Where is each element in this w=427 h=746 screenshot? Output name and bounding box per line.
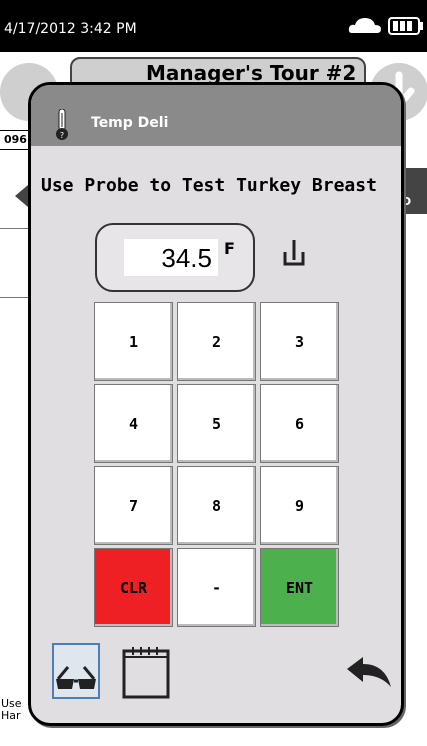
dialog-prompt: Use Probe to Test Turkey Breast bbox=[41, 175, 377, 196]
key-8[interactable]: 8 bbox=[177, 466, 256, 545]
key-9[interactable]: 9 bbox=[260, 466, 339, 545]
dialog-header: ? Temp Deli bbox=[31, 85, 401, 146]
enter-button[interactable]: ENT bbox=[260, 548, 339, 627]
notepad-icon[interactable] bbox=[121, 641, 171, 705]
temperature-dialog: ? Temp Deli Use Probe to Test Turkey Bre… bbox=[28, 82, 404, 726]
temperature-value[interactable]: 34.5 bbox=[124, 239, 218, 276]
key-3[interactable]: 3 bbox=[260, 302, 339, 381]
key-2[interactable]: 2 bbox=[177, 302, 256, 381]
temperature-display: 34.5 F bbox=[95, 223, 255, 292]
thermometer-icon: ? bbox=[55, 108, 69, 145]
note-line-2: Har bbox=[1, 709, 21, 722]
battery-icon bbox=[388, 17, 424, 39]
status-bar: 4/17/2012 3:42 PM bbox=[0, 0, 427, 52]
background-note: Use Har bbox=[1, 698, 22, 722]
dialog-title: Temp Deli bbox=[91, 115, 169, 131]
cloud-icon bbox=[348, 16, 382, 38]
key-6[interactable]: 6 bbox=[260, 384, 339, 463]
glasses-icon[interactable] bbox=[52, 643, 100, 699]
temperature-unit: F bbox=[224, 239, 235, 258]
svg-text:?: ? bbox=[60, 131, 64, 140]
datetime: 4/17/2012 3:42 PM bbox=[4, 21, 137, 37]
key-4[interactable]: 4 bbox=[94, 384, 173, 463]
left-arrow-icon[interactable] bbox=[15, 185, 29, 211]
key-7[interactable]: 7 bbox=[94, 466, 173, 545]
key-5[interactable]: 5 bbox=[177, 384, 256, 463]
back-arrow-icon[interactable] bbox=[345, 655, 393, 699]
clear-button[interactable]: CLR bbox=[94, 548, 173, 627]
minus-key[interactable]: - bbox=[177, 548, 256, 627]
probe-icon[interactable] bbox=[283, 240, 305, 272]
key-1[interactable]: 1 bbox=[94, 302, 173, 381]
